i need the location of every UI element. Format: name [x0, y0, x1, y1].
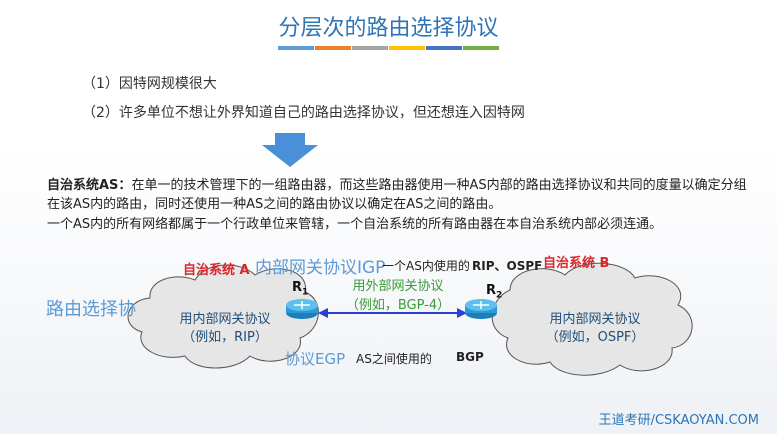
- as-b-content: 用内部网关协议 （例如，OSPF）: [545, 312, 645, 345]
- router-r2-label: R2: [486, 283, 503, 301]
- footer-brand: 王道考研/CSKAOYAN.COM: [598, 413, 759, 428]
- egp-examples: BGP: [456, 350, 484, 364]
- as-a-label: 自治系统 A: [183, 263, 250, 278]
- as-diagram: [127, 262, 693, 376]
- bgp-link-label: 用外部网关协议 （例如，BGP-4）: [345, 279, 451, 313]
- igp-examples: RIP、OSPF: [472, 259, 543, 273]
- router-r2-icon: [465, 299, 497, 319]
- egp-label: 协议EGP: [285, 350, 346, 368]
- as-b-label: 自治系统 B: [543, 256, 610, 271]
- as-a-content: 用内部网关协议 （例如，RIP）: [179, 312, 271, 345]
- igp-desc: 一个AS内使用的: [382, 259, 470, 273]
- section-heading: 路由选择协: [46, 299, 136, 320]
- router-r1-label: R1: [292, 280, 309, 298]
- router-r1-icon: [286, 299, 318, 319]
- egp-desc: AS之间使用的: [356, 352, 432, 366]
